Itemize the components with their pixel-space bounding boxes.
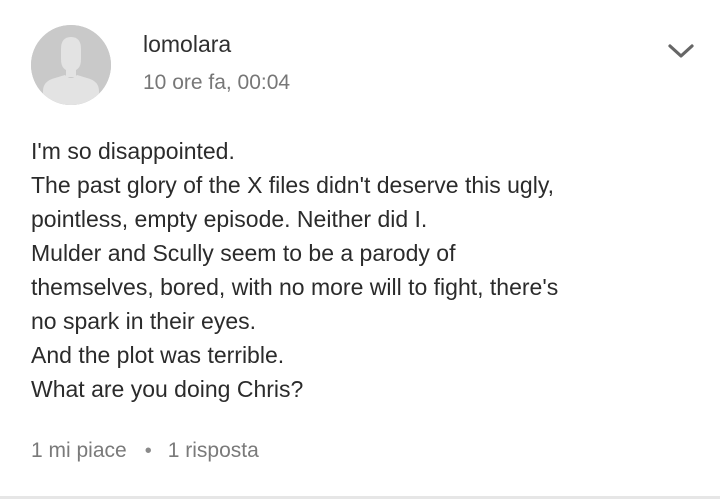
comment-line: Mulder and Scully seem to be a parody of bbox=[31, 240, 456, 266]
user-silhouette-icon bbox=[31, 25, 111, 105]
likes-link[interactable]: 1 mi piace bbox=[31, 437, 127, 465]
comment-line: What are you doing Chris? bbox=[31, 376, 304, 402]
comment-timestamp: 10 ore fa, 00:04 bbox=[143, 71, 291, 94]
chevron-down-icon bbox=[668, 44, 694, 58]
comment-line: pointless, empty episode. Neither did I. bbox=[31, 206, 428, 232]
separator-dot: • bbox=[144, 440, 152, 462]
comment-line: no spark in their eyes. bbox=[31, 308, 257, 334]
more-options-button[interactable] bbox=[664, 36, 698, 66]
comment-footer: 1 mi piace • 1 risposta bbox=[31, 437, 259, 465]
comment-author[interactable]: lomolara bbox=[143, 30, 231, 58]
comment-line: themselves, bored, with no more will to … bbox=[31, 274, 559, 300]
comment-card: lomolara 10 ore fa, 00:04 I'm so disappo… bbox=[0, 0, 720, 499]
comment-body: I'm so disappointed. The past glory of t… bbox=[31, 134, 681, 406]
comment-line: And the plot was terrible. bbox=[31, 342, 285, 368]
comment-line: The past glory of the X files didn't des… bbox=[31, 172, 555, 198]
avatar[interactable] bbox=[31, 25, 111, 105]
replies-link[interactable]: 1 risposta bbox=[168, 437, 259, 465]
comment-line: I'm so disappointed. bbox=[31, 138, 235, 164]
